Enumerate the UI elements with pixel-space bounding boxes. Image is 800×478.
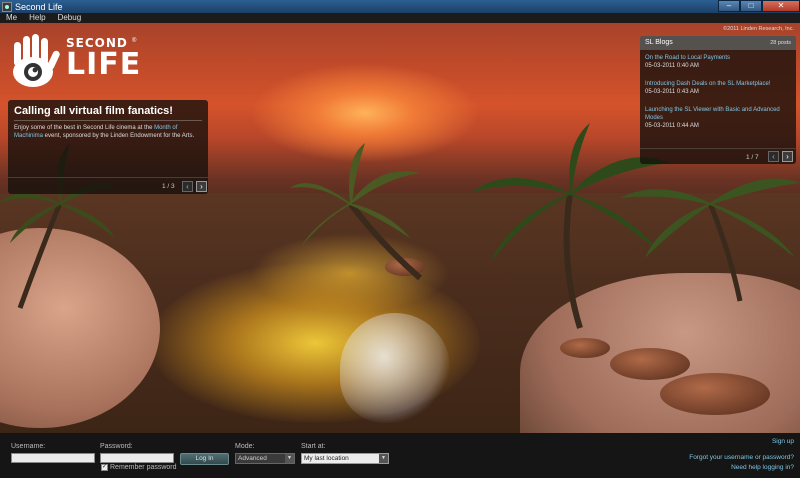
blogs-footer: 1 / 7 ‹ › <box>640 148 796 164</box>
blog-item-date: 05-03-2011 0:44 AM <box>645 123 699 129</box>
forgot-credentials-link[interactable]: Forgot your username or password? <box>689 454 794 461</box>
viewer-window: Second Life – □ ✕ Me Help Debug SECOND L… <box>0 0 800 478</box>
blogs-pager: 1 / 7 <box>746 154 759 161</box>
remember-password-label: Remember password <box>110 464 177 471</box>
palm-tree-center <box>290 143 422 281</box>
password-label: Password: <box>100 443 133 450</box>
start-location-value: My last location <box>304 455 349 462</box>
start-at-label: Start at: <box>301 443 326 450</box>
sign-up-link[interactable]: Sign up <box>772 438 794 445</box>
remember-password-checkbox[interactable]: ✓ <box>101 464 108 471</box>
window-controls: – □ ✕ <box>718 0 800 12</box>
password-input[interactable] <box>100 453 174 463</box>
blogs-header: SL Blogs 28 posts <box>640 36 796 50</box>
maximize-button[interactable]: □ <box>740 0 762 12</box>
blogs-title: SL Blogs <box>645 39 673 46</box>
blog-item-title[interactable]: Introducing Dash Deals on the SL Marketp… <box>645 80 791 88</box>
close-button[interactable]: ✕ <box>762 0 800 12</box>
rock <box>560 338 610 358</box>
second-life-logo: SECOND LIFE ® <box>8 34 142 90</box>
palm-tree-far-right <box>620 178 800 302</box>
wave-foam <box>340 313 450 423</box>
chevron-down-icon: ▼ <box>379 454 388 463</box>
blog-item: On the Road to Local Payments 05-03-2011… <box>645 54 791 70</box>
menu-debug[interactable]: Debug <box>52 13 88 23</box>
blog-item: Introducing Dash Deals on the SL Marketp… <box>645 80 791 96</box>
blog-item: Launching the SL Viewer with Basic and A… <box>645 106 791 130</box>
blog-item-title[interactable]: On the Road to Local Payments <box>645 54 791 62</box>
blog-item-date: 05-03-2011 0:43 AM <box>645 89 699 95</box>
promo-panel: Calling all virtual film fanatics! Enjoy… <box>8 100 208 194</box>
promo-body-text-end: event, sponsored by the Linden Endowment… <box>43 133 195 139</box>
login-help-link[interactable]: Need help logging in? <box>731 464 794 471</box>
promo-prev-button[interactable]: ‹ <box>182 181 193 192</box>
menu-bar: Me Help Debug <box>0 13 800 23</box>
hand-eye-logo-icon <box>13 34 60 87</box>
rock <box>610 348 690 380</box>
title-bar: Second Life – □ ✕ <box>0 0 800 13</box>
mode-select-value: Advanced <box>238 455 267 462</box>
logo-life-text: LIFE <box>66 47 142 82</box>
promo-title: Calling all virtual film fanatics! <box>14 105 173 117</box>
login-button[interactable]: Log In <box>180 453 229 465</box>
sl-blogs-panel: SL Blogs 28 posts On the Road to Local P… <box>640 36 796 164</box>
username-input[interactable] <box>11 453 95 463</box>
window-title: Second Life <box>15 1 63 12</box>
promo-divider <box>14 120 202 121</box>
login-bar: Username: Password: Log In ✓ Remember pa… <box>0 433 800 478</box>
mode-label: Mode: <box>235 443 255 450</box>
promo-footer: 1 / 3 ‹ › <box>8 177 208 194</box>
promo-body: Enjoy some of the best in Second Life ci… <box>14 124 202 140</box>
blogs-prev-button[interactable]: ‹ <box>768 151 779 162</box>
blog-item-title[interactable]: Launching the SL Viewer with Basic and A… <box>645 106 791 122</box>
copyright-notice: ©2011 Linden Research, Inc. <box>723 26 794 32</box>
rock <box>660 373 770 415</box>
promo-body-text: Enjoy some of the best in Second Life ci… <box>14 125 155 131</box>
blog-item-date: 05-03-2011 0:40 AM <box>645 63 699 69</box>
promo-next-button[interactable]: › <box>196 181 207 192</box>
menu-help[interactable]: Help <box>23 13 51 23</box>
chevron-down-icon: ▼ <box>285 454 294 463</box>
mode-select[interactable]: Advanced ▼ <box>235 453 295 464</box>
start-location-select[interactable]: My last location ▼ <box>301 453 389 464</box>
menu-me[interactable]: Me <box>0 13 23 23</box>
app-icon <box>2 1 12 12</box>
blogs-post-count: 28 posts <box>770 40 791 46</box>
blogs-next-button[interactable]: › <box>782 151 793 162</box>
trademark-mark: ® <box>132 38 137 44</box>
promo-pager: 1 / 3 <box>162 183 175 190</box>
minimize-button[interactable]: – <box>718 0 740 12</box>
username-label: Username: <box>11 443 46 450</box>
